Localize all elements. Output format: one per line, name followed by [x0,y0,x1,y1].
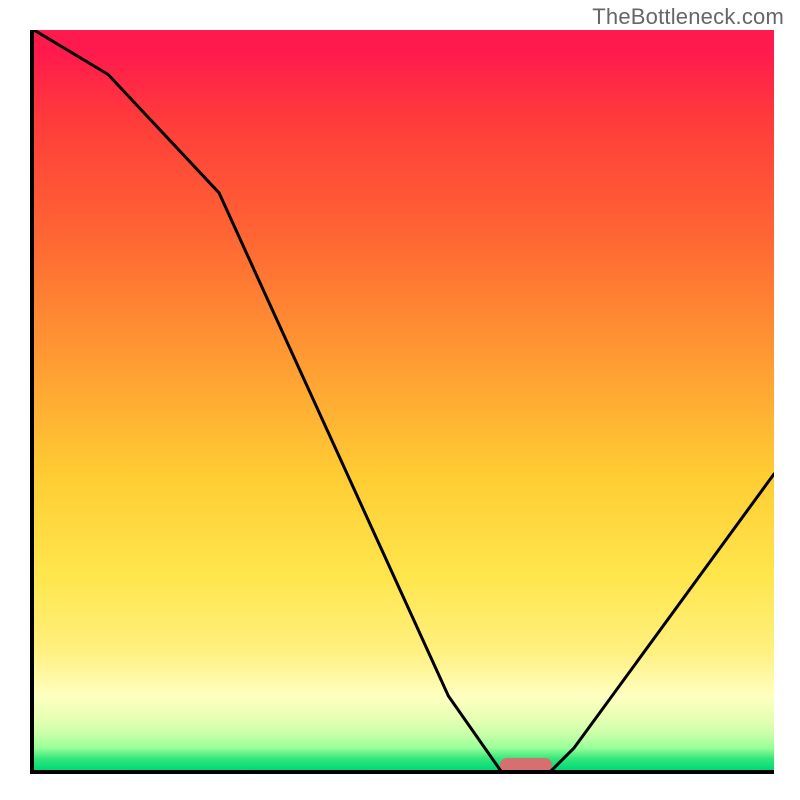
optimal-range-marker [500,758,552,772]
chart-curve [34,30,774,770]
chart-plot-area [30,30,774,774]
watermark-text: TheBottleneck.com [592,4,784,30]
curve-path [34,30,774,770]
